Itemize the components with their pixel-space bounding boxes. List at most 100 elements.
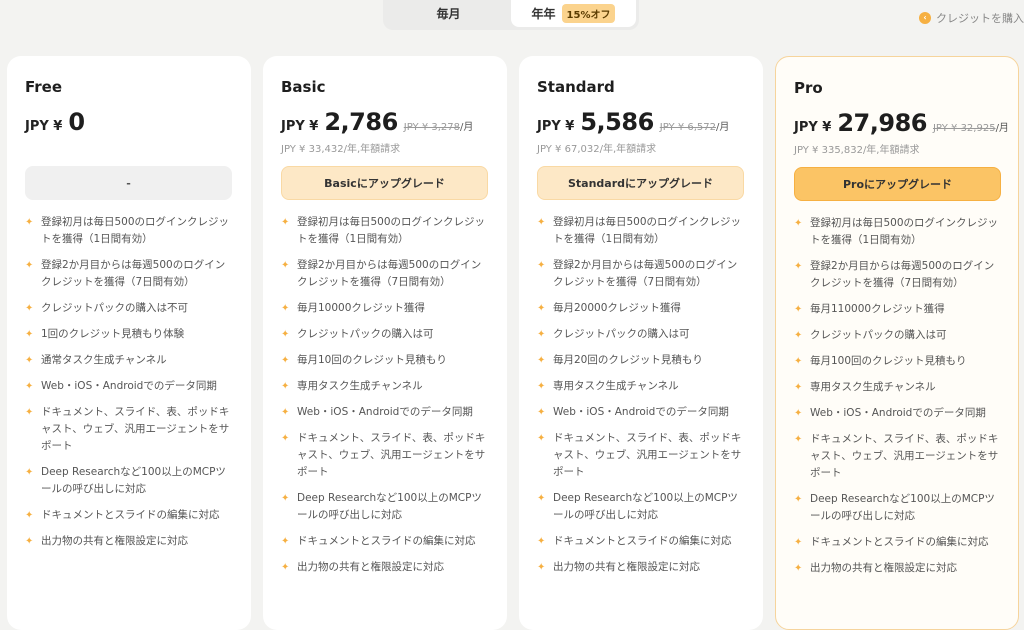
feature-text: ドキュメント、スライド、表、ポッドキャスト、ウェブ、汎用エージェントをサポート [553,432,742,478]
price-row: JPY ¥ 27,986 JPY ¥ 32,925 /月 [794,109,1009,139]
upgrade-standard-button[interactable]: Standardにアップグレード [537,166,744,200]
sparkle-icon: ✦ [794,304,803,315]
feature-text: 登録2か月目からは毎週500のログインクレジットを獲得（7日間有効） [553,259,738,288]
sparkle-icon: ✦ [537,536,546,547]
feature-text: クレジットパックの購入は不可 [41,302,188,314]
sparkle-icon: ✦ [25,303,34,314]
plan-price: 0 [68,108,85,136]
feature-item: ✦ 1回のクレジット見積もり体験 [25,326,235,343]
feature-text: クレジットパックの購入は可 [810,329,947,341]
feature-text: ドキュメントとスライドの編集に対応 [553,535,732,547]
feature-item: ✦ Web・iOS・Androidでのデータ同期 [794,405,1004,422]
sparkle-icon: ✦ [537,329,546,340]
sparkle-icon: ✦ [281,260,290,271]
coin-icon: ‹ [919,12,931,24]
feature-item: ✦ 毎月10000クレジット獲得 [281,300,491,317]
feature-text: ドキュメント、スライド、表、ポッドキャスト、ウェブ、汎用エージェントをサポート [41,406,230,452]
feature-text: 通常タスク生成チャンネル [41,354,167,366]
sparkle-icon: ✦ [281,493,290,504]
feature-item: ✦ 毎月20回のクレジット見積もり [537,352,747,369]
currency-label: JPY ¥ [537,119,575,134]
original-price: JPY ¥ 3,278 [403,122,460,133]
feature-text: 専用タスク生成チャンネル [810,381,936,393]
feature-item: ✦ Web・iOS・Androidでのデータ同期 [281,404,491,421]
feature-text: 毎月10000クレジット獲得 [297,302,425,314]
sparkle-icon: ✦ [537,381,546,392]
plan-price: 2,786 [324,108,398,136]
sparkle-icon: ✦ [537,433,546,444]
sparkle-icon: ✦ [25,407,34,418]
feature-item: ✦ Web・iOS・Androidでのデータ同期 [537,404,747,421]
sparkle-icon: ✦ [25,510,34,521]
feature-item: ✦ ドキュメント、スライド、表、ポッドキャスト、ウェブ、汎用エージェントをサポート [537,430,747,481]
per-month-label: /月 [460,122,474,133]
upgrade-basic-button[interactable]: Basicにアップグレード [281,166,488,200]
sparkle-icon: ✦ [281,355,290,366]
sparkle-icon: ✦ [794,261,803,272]
feature-text: 登録初月は毎日500のログインクレジットを獲得（1日間有効） [41,216,230,245]
feature-text: ドキュメントとスライドの編集に対応 [41,509,220,521]
feature-text: クレジットパックの購入は可 [297,328,434,340]
buy-credits-link[interactable]: ‹ クレジットを購入 [919,10,1024,26]
sparkle-icon: ✦ [25,467,34,478]
price-row: JPY ¥ 5,586 JPY ¥ 6,572 /月 [537,108,745,138]
feature-text: 毎月110000クレジット獲得 [810,303,945,315]
feature-item: ✦ 出力物の共有と権限設定に対応 [794,560,1004,577]
sparkle-icon: ✦ [25,355,34,366]
feature-text: 専用タスク生成チャンネル [297,380,423,392]
feature-item: ✦ 登録2か月目からは毎週500のログインクレジットを獲得（7日間有効） [25,257,235,291]
sparkle-icon: ✦ [537,493,546,504]
feature-item: ✦ 毎月10回のクレジット見積もり [281,352,491,369]
feature-text: 登録初月は毎日500のログインクレジットを獲得（1日間有効） [810,217,999,246]
feature-text: 登録2か月目からは毎週500のログインクレジットを獲得（7日間有効） [297,259,482,288]
feature-text: 登録初月は毎日500のログインクレジットを獲得（1日間有効） [553,216,742,245]
feature-text: 登録2か月目からは毎週500のログインクレジットを獲得（7日間有効） [41,259,226,288]
feature-item: ✦ クレジットパックの購入は可 [794,327,1004,344]
sparkle-icon: ✦ [281,536,290,547]
feature-list: ✦ 登録初月は毎日500のログインクレジットを獲得（1日間有効） ✦ 登録2か月目から… [281,214,491,585]
feature-list: ✦ 登録初月は毎日500のログインクレジットを獲得（1日間有効） ✦ 登録2か月目から… [25,214,235,559]
feature-text: Web・iOS・Androidでのデータ同期 [41,380,217,392]
yearly-tab-label: 年年 [531,7,556,21]
price-row: JPY ¥ 0 [25,108,233,138]
feature-item: ✦ 登録初月は毎日500のログインクレジットを獲得（1日間有効） [25,214,235,248]
sparkle-icon: ✦ [25,536,34,547]
monthly-tab[interactable]: 毎月 [386,0,511,27]
feature-item: ✦ クレジットパックの購入は可 [537,326,747,343]
sparkle-icon: ✦ [281,433,290,444]
sparkle-icon: ✦ [281,303,290,314]
sparkle-icon: ✦ [537,355,546,366]
feature-item: ✦ 毎月20000クレジット獲得 [537,300,747,317]
plan-card-free: Free JPY ¥ 0 - ✦ 登録初月は毎日500のログインクレジットを獲得（… [7,56,251,630]
feature-text: 出力物の共有と権限設定に対応 [297,561,444,573]
feature-item: ✦ ドキュメントとスライドの編集に対応 [537,533,747,550]
feature-item: ✦ クレジットパックの購入は不可 [25,300,235,317]
annual-billing-note: JPY ¥ 33,432/年,年額請求 [281,144,401,155]
sparkle-icon: ✦ [794,563,803,574]
monthly-tab-label: 毎月 [436,7,461,21]
feature-text: ドキュメント、スライド、表、ポッドキャスト、ウェブ、汎用エージェントをサポート [810,433,999,479]
free-plan-button[interactable]: - [25,166,232,200]
per-month-label: /月 [995,123,1009,134]
sparkle-icon: ✦ [537,260,546,271]
feature-text: Deep Researchなど100以上のMCPツールの呼び出しに対応 [297,492,482,521]
discount-badge: 15%オフ [561,4,616,23]
sparkle-icon: ✦ [794,494,803,505]
feature-text: 毎月20000クレジット獲得 [553,302,681,314]
feature-item: ✦ 通常タスク生成チャンネル [25,352,235,369]
feature-text: 出力物の共有と権限設定に対応 [810,562,957,574]
feature-item: ✦ 登録初月は毎日500のログインクレジットを獲得（1日間有効） [281,214,491,248]
original-price: JPY ¥ 32,925 [932,123,996,134]
yearly-tab[interactable]: 年年 15%オフ [511,0,636,27]
feature-item: ✦ 出力物の共有と権限設定に対応 [281,559,491,576]
feature-item: ✦ 専用タスク生成チャンネル [794,379,1004,396]
feature-text: クレジットパックの購入は可 [553,328,690,340]
currency-label: JPY ¥ [281,119,319,134]
feature-text: ドキュメントとスライドの編集に対応 [297,535,476,547]
sparkle-icon: ✦ [25,329,34,340]
sparkle-icon: ✦ [537,562,546,573]
feature-text: Web・iOS・Androidでのデータ同期 [297,406,473,418]
feature-text: 毎月10回のクレジット見積もり [297,354,447,366]
upgrade-pro-button[interactable]: Proにアップグレード [794,167,1001,201]
feature-item: ✦ クレジットパックの購入は可 [281,326,491,343]
